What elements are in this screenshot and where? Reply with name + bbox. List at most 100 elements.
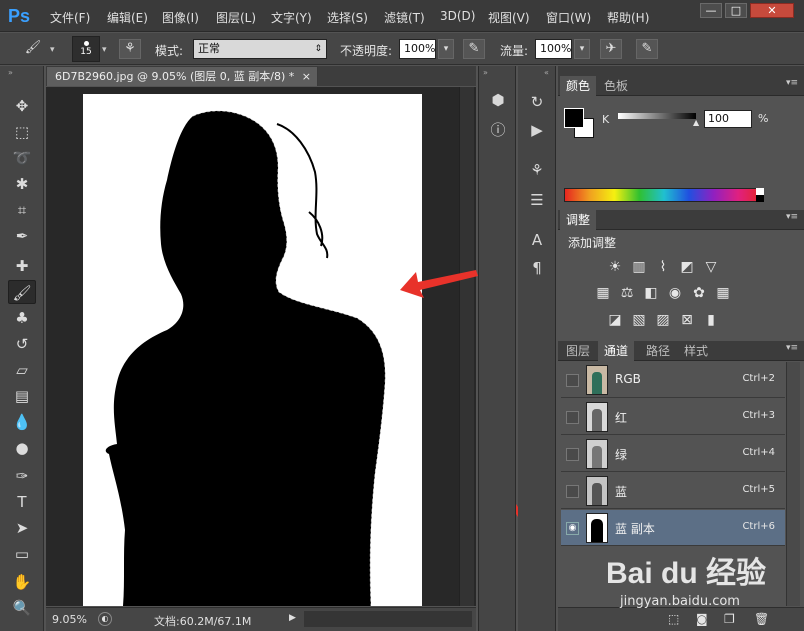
panel-menu-icon[interactable]: ▾≡: [786, 212, 798, 222]
info-panel-icon[interactable]: ⓘ: [488, 120, 508, 140]
magic-wand-tool-icon[interactable]: ✱: [8, 172, 36, 196]
menu-image[interactable]: 图像(I): [162, 9, 199, 26]
gradient-tool-icon[interactable]: ▤: [8, 384, 36, 408]
restore-button[interactable]: □: [725, 3, 747, 18]
clone-stamp-tool-icon[interactable]: ♣: [8, 306, 36, 330]
levels-icon[interactable]: ▥: [630, 258, 648, 276]
brush-tool-icon[interactable]: 🖌: [8, 280, 36, 304]
path-selection-tool-icon[interactable]: ➤: [8, 516, 36, 540]
black-chip[interactable]: [756, 195, 764, 202]
document-tab[interactable]: 6D7B2960.jpg @ 9.05% (图层 0, 蓝 副本/8) * ×: [46, 66, 318, 86]
pressure-size-icon[interactable]: ✎: [636, 39, 658, 59]
paragraph-panel-icon[interactable]: ¶: [527, 258, 547, 278]
color-balance-icon[interactable]: ⚖: [618, 284, 636, 302]
menu-edit[interactable]: 编辑(E): [107, 9, 148, 26]
channel-row-green[interactable]: 绿 Ctrl+4: [561, 436, 785, 472]
selective-color-icon[interactable]: ⊠: [678, 311, 696, 329]
visibility-toggle[interactable]: ◉: [566, 522, 579, 535]
collapse-icon[interactable]: «: [544, 68, 549, 77]
panel-menu-icon[interactable]: ▾≡: [786, 78, 798, 88]
3d-panel-icon[interactable]: ⬢: [488, 90, 508, 110]
flow-dropdown-icon[interactable]: ▾: [574, 39, 590, 59]
move-tool-icon[interactable]: ✥: [8, 94, 36, 118]
menu-help[interactable]: 帮助(H): [607, 9, 649, 26]
color-spectrum-bar[interactable]: [564, 188, 764, 202]
menu-file[interactable]: 文件(F): [50, 9, 90, 26]
chevron-down-icon[interactable]: ▾: [102, 45, 107, 55]
tab-channels[interactable]: 通道: [598, 341, 635, 361]
curves-icon[interactable]: ⌇: [654, 258, 672, 276]
character-panel-icon[interactable]: A: [527, 230, 547, 250]
menu-filter[interactable]: 滤镜(T): [384, 9, 425, 26]
gradient-map-icon[interactable]: ▮: [702, 311, 720, 329]
chevron-down-icon[interactable]: ▾: [50, 45, 55, 55]
visibility-toggle[interactable]: [566, 411, 579, 424]
dodge-tool-icon[interactable]: ●: [8, 436, 36, 460]
minimize-button[interactable]: —: [700, 3, 722, 18]
slider-thumb-icon[interactable]: ▲: [693, 118, 699, 127]
menu-type[interactable]: 文字(Y): [271, 9, 312, 26]
pressure-opacity-icon[interactable]: ✎: [463, 39, 485, 59]
brightness-contrast-icon[interactable]: ☀: [606, 258, 624, 276]
status-info-icon[interactable]: ◐: [98, 612, 112, 626]
opacity-input[interactable]: 100%: [399, 39, 436, 59]
menu-window[interactable]: 窗口(W): [546, 9, 591, 26]
tab-adjustments[interactable]: 调整: [560, 210, 597, 230]
invert-icon[interactable]: ◪: [606, 311, 624, 329]
brushes-panel-icon[interactable]: ⚘: [527, 160, 547, 180]
canvas-image[interactable]: [83, 94, 422, 606]
channel-row-blue-copy[interactable]: ◉ 蓝 副本 Ctrl+6: [561, 510, 785, 546]
tab-swatches[interactable]: 色板: [598, 76, 634, 96]
tab-color[interactable]: 颜色: [560, 76, 597, 96]
posterize-icon[interactable]: ▧: [630, 311, 648, 329]
zoom-level[interactable]: 9.05%: [52, 613, 87, 626]
crop-tool-icon[interactable]: ⌗: [8, 198, 36, 222]
history-panel-icon[interactable]: ↻: [527, 92, 547, 112]
close-tab-icon[interactable]: ×: [302, 67, 311, 86]
menu-layer[interactable]: 图层(L): [216, 9, 256, 26]
visibility-toggle[interactable]: [566, 374, 579, 387]
brush-preset-picker[interactable]: 15: [72, 36, 100, 62]
channel-mixer-icon[interactable]: ✿: [690, 284, 708, 302]
type-tool-icon[interactable]: T: [8, 490, 36, 514]
delete-channel-icon[interactable]: 🗑: [754, 612, 769, 626]
eraser-tool-icon[interactable]: ▱: [8, 358, 36, 382]
save-selection-icon[interactable]: ◙: [696, 612, 708, 626]
channel-row-rgb[interactable]: RGB Ctrl+2: [561, 362, 785, 398]
status-menu-arrow-icon[interactable]: ▶: [289, 613, 296, 623]
healing-brush-tool-icon[interactable]: ✚: [8, 254, 36, 278]
color-lookup-icon[interactable]: ▦: [714, 284, 732, 302]
pen-tool-icon[interactable]: ✑: [8, 464, 36, 488]
channels-scrollbar[interactable]: [786, 362, 800, 606]
blur-tool-icon[interactable]: 💧: [8, 410, 36, 434]
tab-styles[interactable]: 样式: [678, 341, 714, 361]
history-brush-tool-icon[interactable]: ↺: [8, 332, 36, 356]
flow-input[interactable]: 100%: [535, 39, 572, 59]
eyedropper-tool-icon[interactable]: ✒: [8, 224, 36, 248]
brush-presets-icon[interactable]: ☰: [527, 190, 547, 210]
exposure-icon[interactable]: ◩: [678, 258, 696, 276]
visibility-toggle[interactable]: [566, 448, 579, 461]
hue-saturation-icon[interactable]: ▦: [594, 284, 612, 302]
zoom-tool-icon[interactable]: 🔍: [8, 596, 36, 620]
rectangle-tool-icon[interactable]: ▭: [8, 542, 36, 566]
foreground-color-swatch[interactable]: [564, 108, 584, 128]
collapse-icon[interactable]: »: [8, 68, 13, 77]
k-slider[interactable]: [618, 113, 696, 119]
menu-view[interactable]: 视图(V): [488, 9, 530, 26]
mode-select[interactable]: 正常 ⇕: [193, 39, 327, 59]
menu-select[interactable]: 选择(S): [327, 9, 368, 26]
visibility-toggle[interactable]: [566, 485, 579, 498]
brush-tool-icon[interactable]: 🖌: [22, 39, 44, 59]
black-white-icon[interactable]: ◧: [642, 284, 660, 302]
lasso-tool-icon[interactable]: ➰: [8, 146, 36, 170]
airbrush-icon[interactable]: ✈: [600, 39, 622, 59]
vertical-scrollbar[interactable]: [459, 87, 474, 606]
white-chip[interactable]: [756, 188, 764, 195]
tab-layers[interactable]: 图层: [560, 341, 596, 361]
panel-menu-icon[interactable]: ▾≡: [786, 343, 798, 353]
horizontal-scrollbar[interactable]: [304, 611, 472, 627]
threshold-icon[interactable]: ▨: [654, 311, 672, 329]
marquee-tool-icon[interactable]: ⬚: [8, 120, 36, 144]
tab-paths[interactable]: 路径: [640, 341, 676, 361]
